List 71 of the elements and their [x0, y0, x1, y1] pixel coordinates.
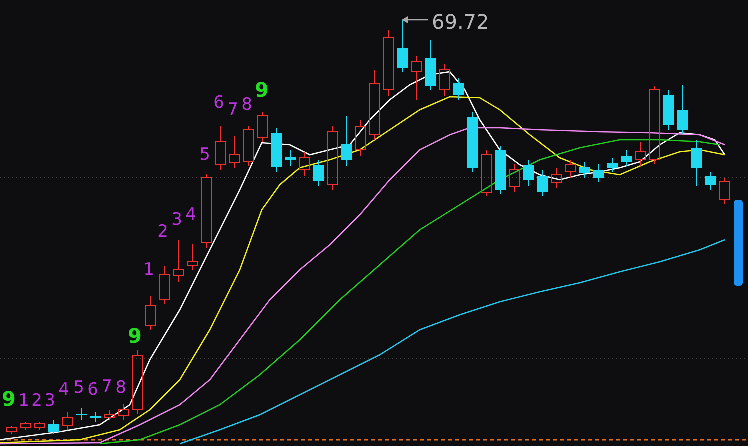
up-candle	[34, 422, 46, 430]
down-candle	[398, 20, 408, 72]
down-candle	[286, 150, 296, 166]
down-candle	[706, 172, 716, 190]
down-candle	[272, 128, 282, 172]
down-candle	[90, 412, 102, 422]
sequence-count-label: 9	[255, 78, 269, 102]
sequence-count-label: 8	[242, 95, 252, 115]
sequence-count-label: 1	[144, 260, 154, 280]
sequence-count-label: 3	[44, 391, 56, 411]
down-candle	[678, 84, 688, 134]
up-candle	[510, 164, 520, 192]
up-candle	[384, 30, 394, 96]
high-price-label: 69.72	[432, 10, 490, 34]
up-candle	[6, 426, 18, 434]
sequence-count-label: 4	[186, 205, 196, 225]
leader-arrow	[402, 16, 428, 24]
up-candle	[20, 422, 32, 430]
sequence-count-label: 9	[128, 324, 142, 348]
sequence-count-label: 6	[214, 93, 224, 113]
up-candle	[636, 142, 646, 166]
sequence-count-label: 2	[158, 222, 168, 242]
sequence-count-label: 5	[200, 145, 210, 165]
sequence-count-label: 8	[116, 378, 126, 398]
down-candle	[454, 78, 464, 100]
up-candle	[146, 296, 156, 330]
up-candle	[566, 160, 576, 178]
down-candle	[314, 160, 324, 186]
down-candle	[468, 112, 478, 172]
down-candle	[664, 90, 674, 130]
up-candle	[230, 136, 240, 168]
sequence-count-label: 2	[32, 391, 42, 411]
down-candle	[426, 40, 436, 90]
up-candle	[104, 410, 116, 420]
up-candle	[62, 412, 74, 430]
up-candle	[300, 152, 310, 176]
sequence-count-label: 3	[172, 210, 182, 230]
up-candle	[216, 126, 226, 170]
down-candle	[48, 420, 60, 434]
down-candle	[594, 164, 604, 182]
up-candle	[174, 240, 184, 282]
sequence-count-label: 9	[2, 387, 16, 411]
sequence-count-label: 5	[74, 378, 84, 398]
up-candle	[244, 126, 254, 166]
up-candle	[720, 178, 730, 204]
down-candle	[608, 158, 618, 172]
sequence-count-label: 7	[228, 100, 238, 120]
up-candle	[440, 64, 450, 96]
down-candle	[496, 146, 506, 194]
up-candle	[370, 70, 380, 140]
down-candle	[524, 160, 534, 186]
down-candle	[622, 150, 632, 166]
up-candle	[188, 244, 198, 270]
sequence-count-label: 6	[88, 380, 98, 400]
up-candle	[118, 404, 130, 420]
down-candle	[342, 116, 352, 166]
up-candle	[356, 120, 366, 156]
up-candle	[258, 112, 268, 142]
up-candle	[552, 168, 562, 188]
sequence-count-label: 7	[102, 377, 112, 397]
down-candle	[692, 140, 702, 186]
up-candle	[328, 126, 338, 190]
up-candle	[482, 150, 492, 196]
up-candle	[412, 56, 422, 100]
sequence-count-label: 4	[58, 380, 70, 400]
down-candle	[580, 162, 590, 178]
sequence-count-label: 1	[18, 391, 30, 411]
down-candle	[538, 170, 548, 196]
down-candle	[76, 408, 88, 420]
up-candle	[132, 350, 144, 414]
up-candle	[160, 266, 170, 304]
